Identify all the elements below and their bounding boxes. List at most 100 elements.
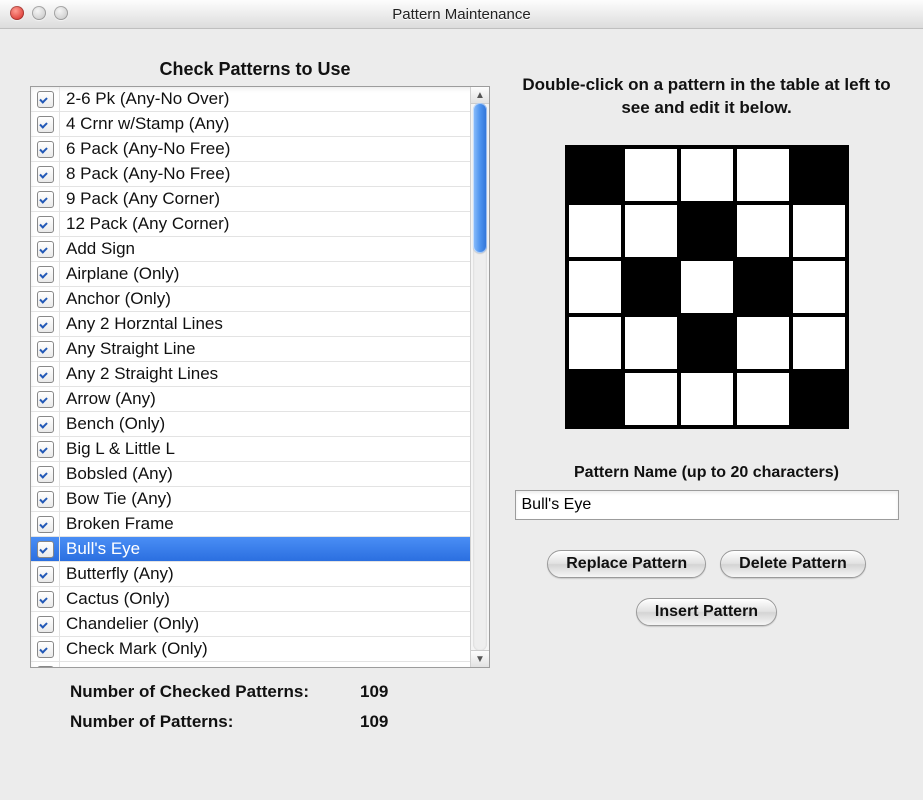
pattern-checkbox[interactable] <box>37 341 54 358</box>
minimize-icon[interactable] <box>32 6 46 20</box>
grid-cell[interactable] <box>567 259 623 315</box>
grid-cell[interactable] <box>567 315 623 371</box>
grid-cell[interactable] <box>679 315 735 371</box>
zoom-icon[interactable] <box>54 6 68 20</box>
grid-cell[interactable] <box>567 203 623 259</box>
pattern-checkbox[interactable] <box>37 241 54 258</box>
scroll-thumb[interactable] <box>473 103 487 253</box>
scrollbar[interactable]: ▲ ▼ <box>470 87 489 667</box>
pattern-row[interactable]: Bench (Only) <box>31 412 470 437</box>
grid-cell[interactable] <box>567 371 623 427</box>
pattern-row[interactable]: 2-6 Pk (Any-No Over) <box>31 87 470 112</box>
scroll-up-arrow-icon[interactable]: ▲ <box>471 87 489 104</box>
grid-cell[interactable] <box>791 203 847 259</box>
grid-cell[interactable] <box>791 259 847 315</box>
pattern-label: Chandelier (Only) <box>60 614 470 634</box>
insert-pattern-button[interactable]: Insert Pattern <box>636 598 777 626</box>
pattern-checkbox[interactable] <box>37 116 54 133</box>
grid-cell[interactable] <box>791 371 847 427</box>
patterns-listbox[interactable]: 2-6 Pk (Any-No Over)4 Crnr w/Stamp (Any)… <box>30 86 490 668</box>
grid-cell[interactable] <box>735 147 791 203</box>
pattern-checkbox[interactable] <box>37 541 54 558</box>
grid-cell[interactable] <box>623 259 679 315</box>
pattern-row[interactable]: 4 Crnr w/Stamp (Any) <box>31 112 470 137</box>
pattern-row[interactable]: Cactus (Only) <box>31 587 470 612</box>
delete-pattern-button[interactable]: Delete Pattern <box>720 550 866 578</box>
pattern-checkbox[interactable] <box>37 141 54 158</box>
grid-cell[interactable] <box>679 371 735 427</box>
pattern-row[interactable]: Anchor (Only) <box>31 287 470 312</box>
pattern-row[interactable]: Chandelier (Only) <box>31 612 470 637</box>
pattern-row[interactable]: Any Straight Line <box>31 337 470 362</box>
pattern-label: Bench (Only) <box>60 414 470 434</box>
pattern-checkbox[interactable] <box>37 266 54 283</box>
pattern-row[interactable]: Airplane (Only) <box>31 262 470 287</box>
pattern-label: Add Sign <box>60 239 470 259</box>
pattern-row[interactable]: Check Mark (Only) <box>31 637 470 662</box>
grid-cell[interactable] <box>623 203 679 259</box>
patterns-heading: Check Patterns to Use <box>20 59 490 80</box>
pattern-row[interactable]: 8 Pack (Any-No Free) <box>31 162 470 187</box>
grid-cell[interactable] <box>623 147 679 203</box>
grid-cell[interactable] <box>735 203 791 259</box>
pattern-row[interactable]: Bow Tie (Any) <box>31 487 470 512</box>
pattern-checkbox[interactable] <box>37 366 54 383</box>
close-icon[interactable] <box>10 6 24 20</box>
pattern-checkbox[interactable] <box>37 166 54 183</box>
pattern-checkbox[interactable] <box>37 291 54 308</box>
pattern-checkbox[interactable] <box>37 416 54 433</box>
pattern-label: Any 2 Horzntal Lines <box>60 314 470 334</box>
grid-cell[interactable] <box>567 147 623 203</box>
pattern-row[interactable]: 6 Pack (Any-No Free) <box>31 137 470 162</box>
pattern-checkbox[interactable] <box>37 516 54 533</box>
pattern-checkbox[interactable] <box>37 641 54 658</box>
pattern-label: Check Mark (Only) <box>60 639 470 659</box>
pattern-row[interactable]: Any 2 Straight Lines <box>31 362 470 387</box>
pattern-row[interactable]: Arrow (Any) <box>31 387 470 412</box>
pattern-row[interactable]: Bull's Eye <box>31 537 470 562</box>
pattern-grid[interactable] <box>565 145 849 429</box>
grid-cell[interactable] <box>679 147 735 203</box>
grid-cell[interactable] <box>791 315 847 371</box>
pattern-row[interactable]: 12 Pack (Any Corner) <box>31 212 470 237</box>
pattern-checkbox[interactable] <box>37 191 54 208</box>
pattern-row[interactable]: Broken Frame <box>31 512 470 537</box>
traffic-lights <box>10 6 68 20</box>
pattern-checkbox[interactable] <box>37 591 54 608</box>
window-title: Pattern Maintenance <box>392 6 530 23</box>
pattern-label: 9 Pack (Any Corner) <box>60 189 470 209</box>
grid-cell[interactable] <box>735 259 791 315</box>
pattern-label: Big L & Little L <box>60 439 470 459</box>
grid-cell[interactable] <box>791 147 847 203</box>
pattern-checkbox[interactable] <box>37 616 54 633</box>
pattern-label: Anchor (Only) <box>60 289 470 309</box>
grid-cell[interactable] <box>679 259 735 315</box>
pattern-name-label: Pattern Name (up to 20 characters) <box>510 464 903 482</box>
pattern-checkbox[interactable] <box>37 566 54 583</box>
pattern-checkbox[interactable] <box>37 391 54 408</box>
grid-cell[interactable] <box>679 203 735 259</box>
pattern-row[interactable]: 9 Pack (Any Corner) <box>31 187 470 212</box>
pattern-checkbox[interactable] <box>37 91 54 108</box>
pattern-row[interactable]: Butterfly (Any) <box>31 562 470 587</box>
pattern-row[interactable]: Checkers <box>31 662 470 667</box>
grid-cell[interactable] <box>623 371 679 427</box>
pattern-label: 6 Pack (Any-No Free) <box>60 139 470 159</box>
scroll-down-arrow-icon[interactable]: ▼ <box>471 650 489 667</box>
grid-cell[interactable] <box>735 315 791 371</box>
pattern-name-input[interactable] <box>515 490 899 520</box>
pattern-row[interactable]: Add Sign <box>31 237 470 262</box>
replace-pattern-button[interactable]: Replace Pattern <box>547 550 706 578</box>
grid-cell[interactable] <box>623 315 679 371</box>
pattern-checkbox[interactable] <box>37 491 54 508</box>
grid-cell[interactable] <box>735 371 791 427</box>
pattern-checkbox[interactable] <box>37 316 54 333</box>
pattern-row[interactable]: Big L & Little L <box>31 437 470 462</box>
pattern-checkbox[interactable] <box>37 216 54 233</box>
pattern-checkbox[interactable] <box>37 466 54 483</box>
pattern-row[interactable]: Bobsled (Any) <box>31 462 470 487</box>
checked-count-value: 109 <box>360 682 388 702</box>
pattern-row[interactable]: Any 2 Horzntal Lines <box>31 312 470 337</box>
pattern-checkbox[interactable] <box>37 666 54 668</box>
pattern-checkbox[interactable] <box>37 441 54 458</box>
